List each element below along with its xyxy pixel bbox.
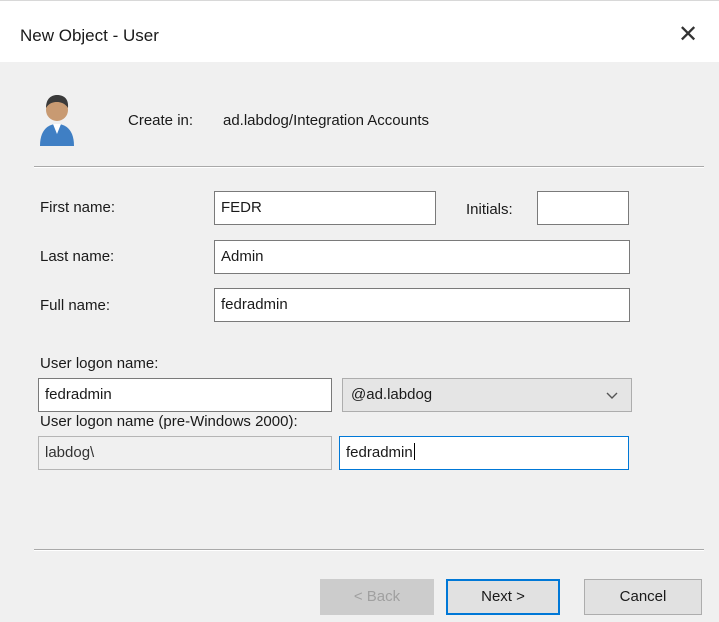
dialog-body: Create in: ad.labdog/Integration Account… xyxy=(0,62,719,622)
chevron-down-icon xyxy=(606,392,618,399)
create-in-path: ad.labdog/Integration Accounts xyxy=(223,112,429,129)
cancel-button[interactable]: Cancel xyxy=(584,579,702,615)
upn-suffix-dropdown[interactable]: @ad.labdog xyxy=(342,378,632,412)
full-name-field[interactable]: fedradmin xyxy=(214,288,630,322)
next-button[interactable]: Next > xyxy=(446,579,560,615)
close-icon[interactable]: ✕ xyxy=(671,18,705,52)
separator-bottom xyxy=(34,549,704,551)
create-in-label: Create in: xyxy=(128,112,194,129)
pre2000-label: User logon name (pre-Windows 2000): xyxy=(40,413,298,430)
full-name-label: Full name: xyxy=(40,297,111,314)
back-button[interactable]: < Back xyxy=(320,579,434,615)
user-icon xyxy=(40,95,74,146)
window-title: New Object - User xyxy=(20,26,159,45)
title-bar: New Object - User ✕ xyxy=(0,4,719,62)
pre2000-domain-field: labdog\ xyxy=(38,436,332,470)
first-name-field[interactable]: FEDR xyxy=(214,191,436,225)
upn-suffix-value: @ad.labdog xyxy=(351,386,433,403)
initials-label: Initials: xyxy=(466,201,513,218)
initials-field[interactable] xyxy=(537,191,629,225)
pre2000-logon-value: fedradmin xyxy=(346,444,413,461)
text-caret xyxy=(413,443,415,460)
logon-name-field[interactable]: fedradmin xyxy=(38,378,332,412)
first-name-label: First name: xyxy=(40,199,116,216)
separator-top xyxy=(34,166,704,168)
logon-name-label: User logon name: xyxy=(40,355,159,372)
last-name-label: Last name: xyxy=(40,248,115,265)
pre2000-logon-field[interactable]: fedradmin xyxy=(339,436,629,470)
last-name-field[interactable]: Admin xyxy=(214,240,630,274)
